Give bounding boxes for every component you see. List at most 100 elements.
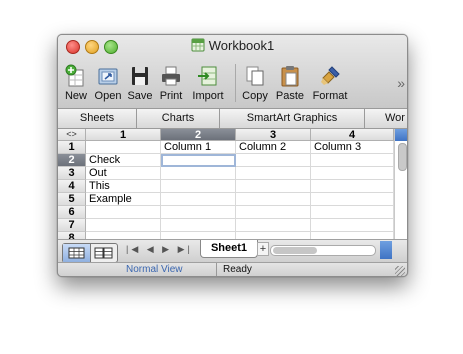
- paste-icon: [281, 66, 299, 87]
- add-sheet-button[interactable]: +: [257, 242, 269, 256]
- cell[interactable]: [311, 219, 394, 232]
- cell[interactable]: [236, 206, 311, 219]
- status-divider: [216, 263, 217, 276]
- ribbon-tabs: Sheets Charts SmartArt Graphics Wor: [58, 109, 407, 129]
- cell[interactable]: [311, 232, 394, 239]
- split-box-icon[interactable]: [395, 129, 407, 141]
- tab-sheets[interactable]: Sheets: [58, 109, 137, 128]
- vertical-scroll-thumb[interactable]: [398, 143, 407, 171]
- copy-button[interactable]: Copy: [240, 62, 270, 106]
- row-header-7[interactable]: 7: [58, 219, 86, 232]
- row-header-8[interactable]: 8: [58, 232, 86, 239]
- cell[interactable]: This: [86, 180, 161, 193]
- horizontal-split-icon[interactable]: [380, 241, 392, 259]
- spreadsheet-grid[interactable]: <> 1 2 3 4 1 Column 1 Column 2 Column 3 …: [58, 129, 394, 239]
- open-button[interactable]: Open: [92, 62, 124, 106]
- cell[interactable]: [311, 193, 394, 206]
- cell[interactable]: [86, 232, 161, 239]
- import-icon: [198, 66, 217, 86]
- new-button[interactable]: New: [62, 62, 90, 106]
- column-header-4[interactable]: 4: [311, 129, 394, 141]
- view-toggle: [62, 243, 118, 263]
- cell[interactable]: Column 2: [236, 141, 311, 154]
- print-icon: [162, 66, 180, 86]
- cell[interactable]: [311, 154, 394, 167]
- open-icon: [98, 68, 118, 85]
- normal-view-icon: [68, 247, 85, 259]
- copy-icon: [246, 66, 264, 86]
- horizontal-scroll-thumb[interactable]: [273, 247, 317, 254]
- sheet-tab-sheet1[interactable]: Sheet1: [200, 240, 258, 258]
- import-button[interactable]: Import: [188, 62, 228, 106]
- tab-wordart[interactable]: Wor: [365, 109, 407, 128]
- cell[interactable]: [236, 219, 311, 232]
- save-button[interactable]: Save: [126, 62, 154, 106]
- cell[interactable]: [236, 167, 311, 180]
- new-workbook-icon: [65, 64, 84, 87]
- cell[interactable]: [161, 167, 236, 180]
- cell[interactable]: [161, 206, 236, 219]
- horizontal-scrollbar[interactable]: [270, 245, 376, 256]
- column-header-2[interactable]: 2: [161, 129, 236, 141]
- window-title: Workbook1: [208, 38, 275, 53]
- status-bar: Normal View Ready: [58, 262, 407, 276]
- window-title-bar: Workbook1: [58, 38, 407, 53]
- tab-smartart-graphics[interactable]: SmartArt Graphics: [220, 109, 365, 128]
- excel-document-icon: [191, 38, 205, 52]
- row-header-1[interactable]: 1: [58, 141, 86, 154]
- copy-label: Copy: [242, 90, 268, 102]
- row-header-3[interactable]: 3: [58, 167, 86, 180]
- cell[interactable]: [161, 193, 236, 206]
- cell[interactable]: [236, 232, 311, 239]
- title-toolbar-area: Workbook1 New Open Save Print Import Cop…: [58, 35, 407, 109]
- cell[interactable]: Check: [86, 154, 161, 167]
- cell[interactable]: [161, 219, 236, 232]
- column-header-3[interactable]: 3: [236, 129, 311, 141]
- row-header-2[interactable]: 2: [58, 154, 86, 167]
- sheet-nav-arrows-icon[interactable]: |◀ ◀ ▶ ▶|: [126, 244, 193, 255]
- cell[interactable]: [161, 232, 236, 239]
- cell[interactable]: [86, 219, 161, 232]
- cell[interactable]: [236, 154, 311, 167]
- cell[interactable]: Example: [86, 193, 161, 206]
- cell[interactable]: Column 1: [161, 141, 236, 154]
- status-ready: Ready: [223, 264, 252, 275]
- column-header-1[interactable]: 1: [86, 129, 161, 141]
- cell[interactable]: [161, 180, 236, 193]
- active-cell[interactable]: [161, 154, 236, 167]
- sheet-tabs-bar: |◀ ◀ ▶ ▶| Sheet1 +: [58, 239, 407, 263]
- toolbar-separator: [235, 64, 236, 102]
- toolbar-overflow-chevron-icon[interactable]: »: [397, 75, 405, 91]
- save-label: Save: [127, 90, 153, 102]
- print-button[interactable]: Print: [156, 62, 186, 106]
- cell[interactable]: Out: [86, 167, 161, 180]
- cell[interactable]: [311, 206, 394, 219]
- row-header-5[interactable]: 5: [58, 193, 86, 206]
- cell[interactable]: [86, 141, 161, 154]
- format-brush-icon: [321, 66, 340, 85]
- cell[interactable]: [236, 193, 311, 206]
- vertical-scrollbar[interactable]: [394, 129, 407, 239]
- new-label: New: [64, 90, 87, 102]
- cell[interactable]: [311, 180, 394, 193]
- print-label: Print: [159, 90, 183, 102]
- page-layout-view-button[interactable]: [90, 244, 117, 262]
- page-layout-icon: [94, 247, 113, 259]
- select-all-corner[interactable]: <>: [58, 129, 86, 141]
- tab-charts[interactable]: Charts: [137, 109, 220, 128]
- format-button[interactable]: Format: [310, 62, 350, 106]
- cell[interactable]: [86, 206, 161, 219]
- status-view-mode: Normal View: [126, 264, 183, 275]
- row-header-4[interactable]: 4: [58, 180, 86, 193]
- format-label: Format: [312, 90, 348, 102]
- open-label: Open: [94, 90, 122, 102]
- cell[interactable]: [236, 180, 311, 193]
- cell[interactable]: Column 3: [311, 141, 394, 154]
- cell[interactable]: [311, 167, 394, 180]
- paste-button[interactable]: Paste: [274, 62, 306, 106]
- row-header-6[interactable]: 6: [58, 206, 86, 219]
- paste-label: Paste: [275, 90, 305, 102]
- import-label: Import: [192, 90, 224, 102]
- normal-view-button[interactable]: [63, 244, 91, 262]
- resize-grip-icon[interactable]: [395, 266, 405, 276]
